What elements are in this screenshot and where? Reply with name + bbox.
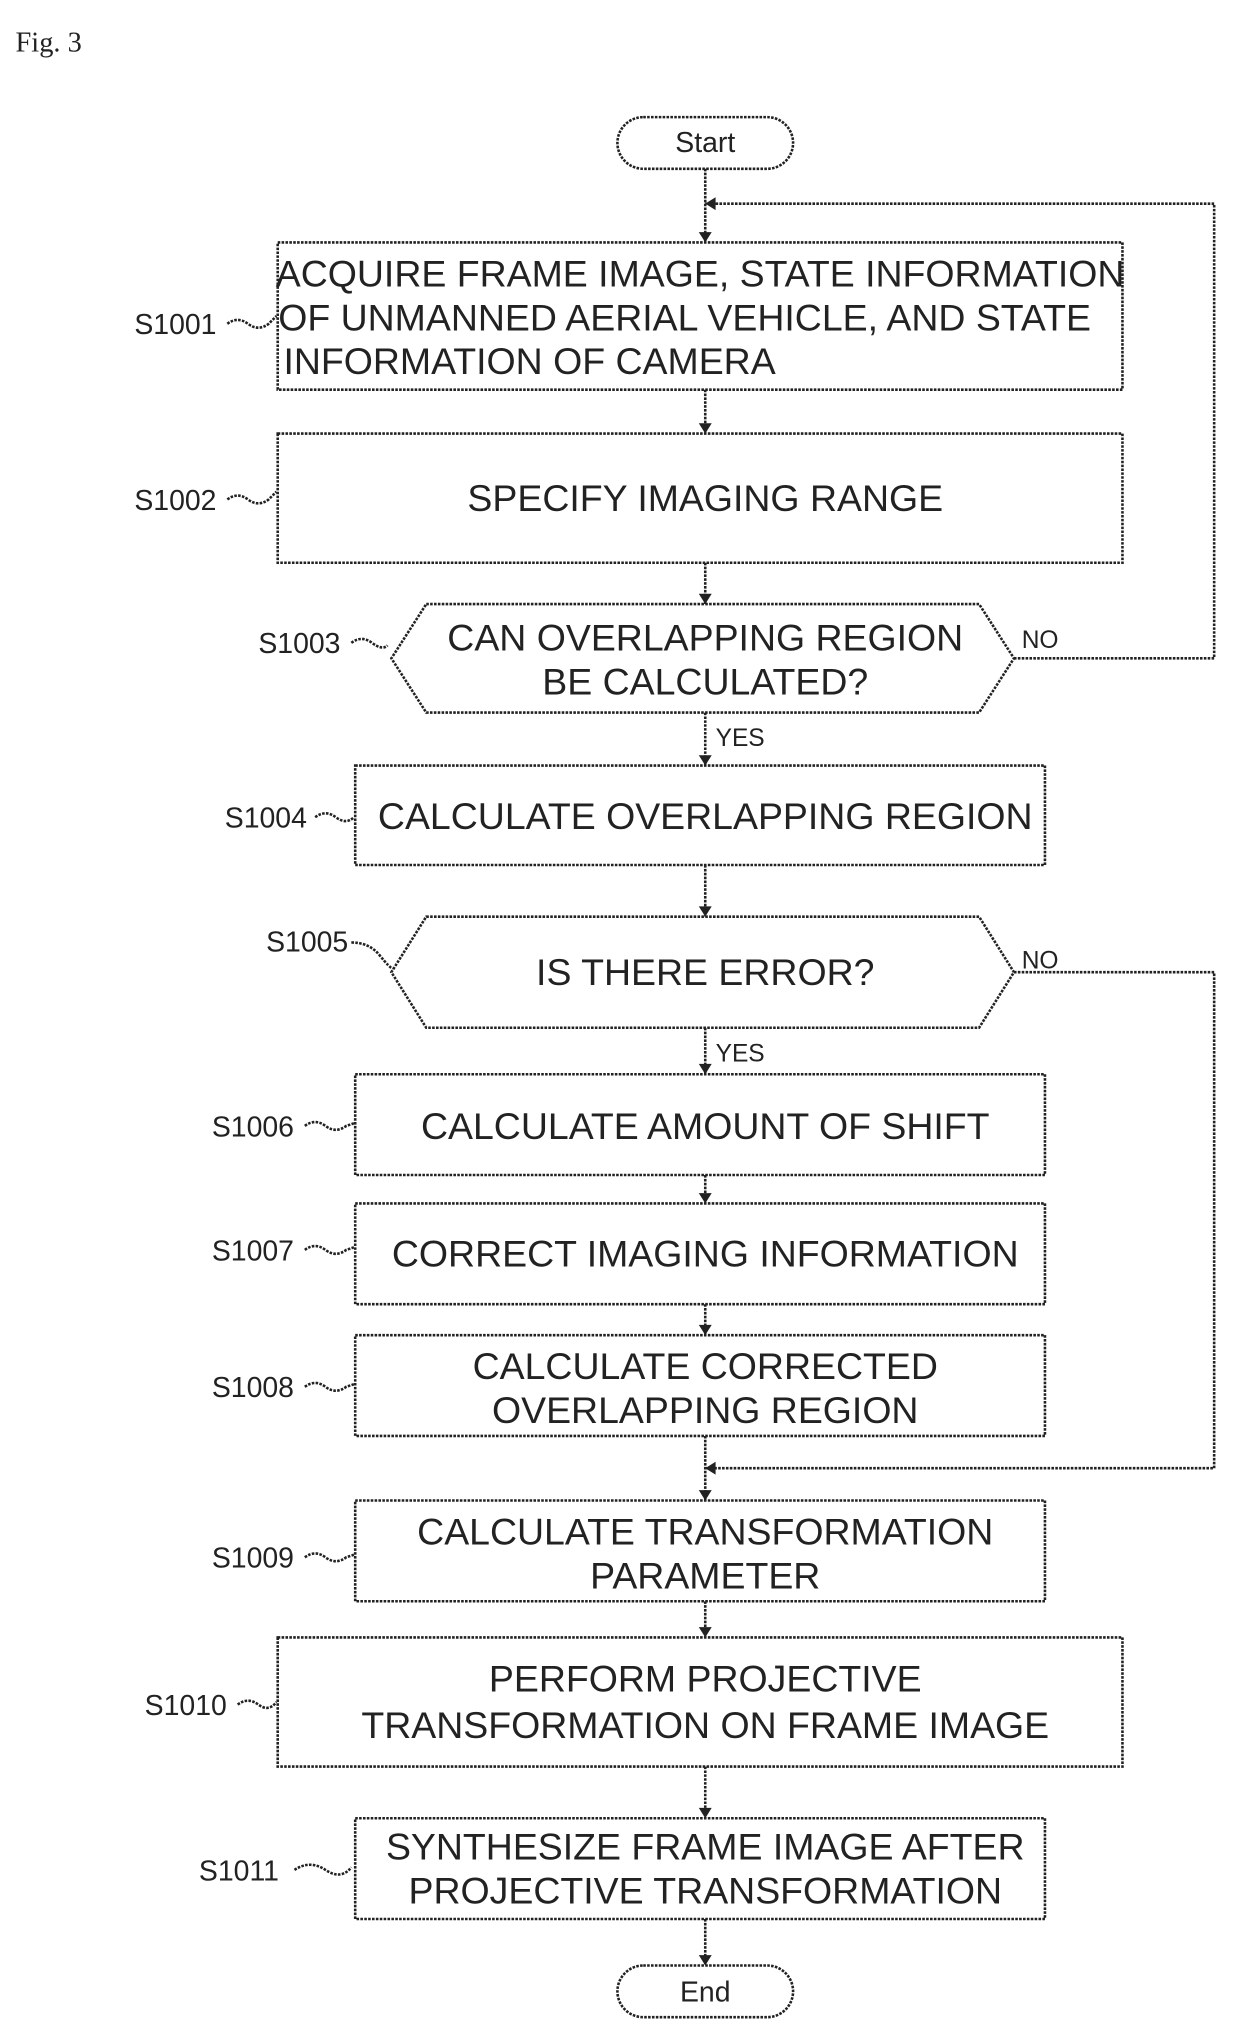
step-text-line: INFORMATION OF CAMERA — [283, 340, 775, 382]
no-label: NO — [1022, 627, 1059, 654]
end-terminal: End — [616, 1964, 795, 2019]
step-id: S1006 — [212, 1111, 294, 1143]
step-s1008: CALCULATE CORRECTED OVERLAPPING REGION S… — [212, 1333, 1047, 1438]
step-s1004: CALCULATE OVERLAPPING REGION S1004 — [225, 764, 1047, 867]
step-id: S1008 — [212, 1372, 294, 1404]
step-id: S1004 — [225, 803, 307, 835]
step-text-line: CALCULATE AMOUNT OF SHIFT — [421, 1105, 990, 1147]
step-text-line: ACQUIRE FRAME IMAGE, STATE INFORMATION — [276, 252, 1125, 294]
step-text-line: PARAMETER — [590, 1554, 820, 1596]
yes-label: YES — [716, 1040, 765, 1067]
step-id: S1009 — [212, 1543, 294, 1575]
step-id: S1001 — [134, 309, 216, 341]
no-label: NO — [1022, 947, 1059, 974]
step-s1002: SPECIFY IMAGING RANGE S1002 — [134, 432, 1124, 565]
step-text-line: CALCULATE OVERLAPPING REGION — [378, 795, 1033, 837]
step-text-line: CALCULATE CORRECTED — [473, 1345, 938, 1387]
leader-squiggle — [226, 315, 278, 329]
step-text-line: CALCULATE TRANSFORMATION — [417, 1510, 993, 1552]
start-terminal: Start — [616, 115, 795, 171]
step-id: S1005 — [266, 927, 348, 959]
start-label: Start — [675, 127, 735, 159]
leader-squiggle — [304, 1244, 355, 1256]
step-text-line: PROJECTIVE TRANSFORMATION — [409, 1870, 1003, 1912]
leader-squiggle — [314, 812, 355, 823]
step-id: S1010 — [145, 1690, 227, 1722]
flowchart: Fig. 3 Start ACQUIRE FRAME IMAGE, STATE … — [16, 27, 1216, 2019]
step-text-line: CAN OVERLAPPING REGION — [447, 617, 963, 659]
leader-squiggle — [293, 1863, 353, 1876]
step-text-line: CORRECT IMAGING INFORMATION — [392, 1233, 1019, 1275]
step-text-line: OVERLAPPING REGION — [492, 1389, 918, 1431]
step-text-line: SPECIFY IMAGING RANGE — [467, 477, 943, 519]
step-text-line: OF UNMANNED AERIAL VEHICLE, AND STATE — [278, 296, 1091, 338]
leader-squiggle — [236, 1699, 278, 1710]
step-text-line: PERFORM PROJECTIVE — [489, 1658, 922, 1700]
decision-s1003: CAN OVERLAPPING REGION BE CALCULATED? S1… — [258, 602, 1059, 752]
leader-squiggle — [350, 637, 389, 649]
step-text-line: IS THERE ERROR? — [536, 951, 874, 993]
step-id: S1002 — [134, 485, 216, 517]
step-text-line: TRANSFORMATION ON FRAME IMAGE — [361, 1704, 1049, 1746]
step-s1009: CALCULATE TRANSFORMATION PARAMETER S1009 — [212, 1499, 1047, 1603]
step-s1011: SYNTHESIZE FRAME IMAGE AFTER PROJECTIVE … — [199, 1816, 1047, 1921]
step-s1010: PERFORM PROJECTIVE TRANSFORMATION ON FRA… — [145, 1636, 1124, 1768]
leader-squiggle — [304, 1381, 355, 1392]
leader-squiggle — [351, 941, 393, 970]
decision-s1005: IS THERE ERROR? S1005 YES NO — [266, 915, 1059, 1067]
step-s1001: ACQUIRE FRAME IMAGE, STATE INFORMATION O… — [134, 241, 1125, 391]
step-s1006: CALCULATE AMOUNT OF SHIFT S1006 — [212, 1072, 1047, 1177]
leader-squiggle — [304, 1120, 355, 1132]
step-text-line: BE CALCULATED? — [542, 661, 868, 703]
yes-label: YES — [716, 725, 765, 752]
step-id: S1007 — [212, 1235, 294, 1267]
step-s1007: CORRECT IMAGING INFORMATION S1007 — [212, 1202, 1047, 1306]
figure-label: Fig. 3 — [16, 27, 82, 58]
step-id: S1003 — [258, 628, 340, 660]
leader-squiggle — [304, 1552, 355, 1563]
end-label: End — [680, 1977, 731, 2009]
step-id: S1011 — [199, 1855, 279, 1887]
step-text-line: SYNTHESIZE FRAME IMAGE AFTER — [386, 1826, 1025, 1868]
leader-squiggle — [226, 490, 278, 505]
